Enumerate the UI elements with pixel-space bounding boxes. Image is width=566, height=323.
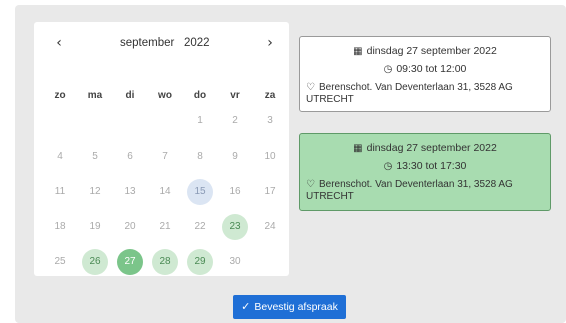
- calendar-icon: ▦: [353, 46, 363, 57]
- calendar-day: 14: [159, 186, 171, 197]
- location-pin-icon: ♡: [306, 82, 315, 93]
- calendar-day: 16: [229, 186, 241, 197]
- weekday-label: ma: [87, 90, 103, 101]
- calendar-day: 4: [57, 151, 63, 162]
- weekday-label: wo: [158, 90, 172, 101]
- calendar-day: 10: [264, 151, 276, 162]
- slot-address-line1: Berenschot. Van Deventerlaan 31, 3528 AG: [318, 82, 513, 93]
- weekday-header-row: zo ma di wo do vr za: [42, 90, 287, 106]
- weekday-label: za: [264, 90, 276, 101]
- confirm-button-label: Bevestig afspraak: [254, 301, 338, 313]
- calendar-day: 21: [159, 221, 171, 232]
- weekday-label: zo: [54, 90, 66, 101]
- slot-address-line1: Berenschot. Van Deventerlaan 31, 3528 AG: [318, 179, 513, 190]
- calendar-day-selected[interactable]: 27: [117, 249, 143, 275]
- calendar-day-available[interactable]: 26: [82, 249, 108, 275]
- calendar-day: 30: [229, 256, 241, 267]
- calendar-day: 17: [264, 186, 276, 197]
- weekday-label: vr: [230, 90, 240, 101]
- time-slot-card-selected[interactable]: ▦ dinsdag 27 september 2022 ◷ 13:30 tot 17…: [299, 133, 551, 211]
- slot-address: ♡ Berenschot. Van Deventerlaan 31, 3528 A…: [306, 179, 542, 203]
- calendar-day: 2: [232, 115, 238, 126]
- weekday-label: do: [193, 90, 207, 101]
- clock-icon: ◷: [383, 161, 393, 172]
- slot-address: ♡ Berenschot. Van Deventerlaan 31, 3528 A…: [306, 82, 542, 106]
- calendar-day: 20: [124, 221, 136, 232]
- calendar-day: 11: [54, 186, 66, 197]
- confirm-appointment-button[interactable]: ✓ Bevestig afspraak: [233, 295, 346, 319]
- calendar-day: 6: [127, 151, 133, 162]
- chevron-left-icon[interactable]: ‹: [49, 34, 69, 52]
- calendar-day: 8: [197, 151, 203, 162]
- slot-address-line2: UTRECHT: [306, 94, 354, 105]
- slot-date-row: ▦ dinsdag 27 september 2022: [300, 45, 550, 57]
- calendar-icon: ▦: [353, 143, 363, 154]
- slot-date: dinsdag 27 september 2022: [366, 45, 497, 57]
- calendar-day-today: 15: [187, 179, 213, 205]
- slot-time: 13:30 tot 17:30: [396, 160, 467, 172]
- calendar-day: 12: [89, 186, 101, 197]
- slot-time-row: ◷ 13:30 tot 17:30: [300, 160, 550, 172]
- slot-time-row: ◷ 09:30 tot 12:00: [300, 63, 550, 75]
- calendar-day: 19: [89, 221, 101, 232]
- calendar-day-available[interactable]: 29: [187, 249, 213, 275]
- slot-address-line2: UTRECHT: [306, 191, 354, 202]
- chevron-right-icon[interactable]: ›: [260, 34, 280, 52]
- calendar-header: ‹ september 2022 ›: [34, 22, 289, 62]
- calendar-day: 18: [54, 221, 66, 232]
- calendar-year: 2022: [184, 37, 210, 49]
- calendar-month: september: [120, 37, 175, 49]
- slot-date-row: ▦ dinsdag 27 september 2022: [300, 142, 550, 154]
- calendar-day-available[interactable]: 23: [222, 214, 248, 240]
- calendar-day: 24: [264, 221, 276, 232]
- weekday-label: di: [125, 90, 135, 101]
- calendar-day: 22: [194, 221, 206, 232]
- checkmark-icon: ✓: [241, 300, 251, 313]
- clock-icon: ◷: [383, 64, 393, 75]
- slot-time: 09:30 tot 12:00: [396, 63, 467, 75]
- time-slot-card[interactable]: ▦ dinsdag 27 september 2022 ◷ 09:30 tot 12…: [299, 36, 551, 112]
- calendar-day: 3: [267, 115, 273, 126]
- slot-date: dinsdag 27 september 2022: [366, 142, 497, 154]
- calendar-day: 5: [92, 151, 98, 162]
- calendar-day: 7: [162, 151, 168, 162]
- calendar-day: 9: [232, 151, 238, 162]
- calendar-day: 1: [197, 115, 203, 126]
- date-picker-calendar: ‹ september 2022 › zo ma di wo do vr za …: [34, 22, 289, 276]
- calendar-day: 25: [54, 256, 66, 267]
- location-pin-icon: ♡: [306, 179, 315, 190]
- calendar-day-available[interactable]: 28: [152, 249, 178, 275]
- calendar-day: 13: [124, 186, 136, 197]
